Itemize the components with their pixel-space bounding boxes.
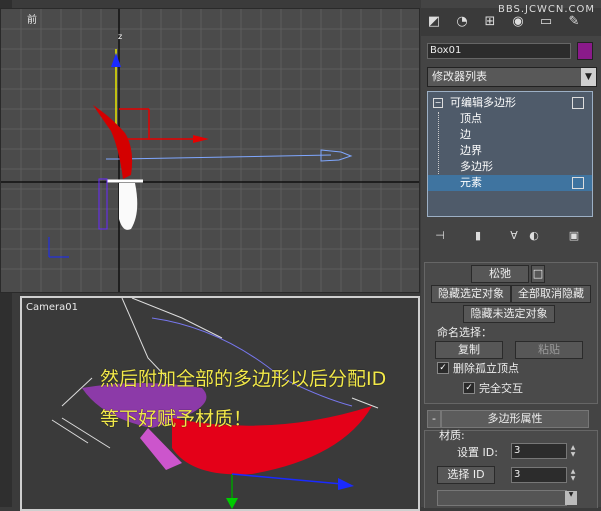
modifier-list-dropdown[interactable]: 修改器列表 ▼ [427, 67, 597, 87]
edit-geometry-rollout: 松弛 □ 隐藏选定对象 全部取消隐藏 隐藏未选定对象 命名选择： 复制 粘贴 ✓… [424, 262, 598, 404]
front-viewport[interactable]: z 前 [0, 8, 420, 293]
camera-viewport-label[interactable]: Camera01 [26, 302, 78, 313]
object-name-field[interactable]: Box01 [427, 43, 571, 59]
material-name-dropdown[interactable] [437, 490, 567, 506]
modify-tab-icon[interactable]: ◔ [453, 12, 471, 30]
site-watermark: BBS.JCWCN.COM [497, 4, 595, 15]
hide-unselected-button[interactable]: 隐藏未选定对象 [463, 305, 555, 323]
poly-props-rollout: 材质: 设置 ID: 3 ▲ ▼ 选择 ID 3 ▲ ▼ ▼ [424, 429, 598, 508]
svg-text:z: z [118, 32, 122, 41]
select-id-spinner-arrows[interactable]: ▲ ▼ [569, 468, 577, 482]
set-id-spinner-arrows[interactable]: ▲ ▼ [569, 444, 577, 458]
create-tab-icon[interactable]: ◩ [425, 12, 443, 30]
stack-item-label: 顶点 [460, 112, 482, 125]
hide-selected-button[interactable]: 隐藏选定对象 [431, 285, 511, 303]
poly-props-collapse-button[interactable]: - [427, 410, 441, 428]
stack-item-icon [572, 97, 584, 109]
show-end-result-icon[interactable]: ▮ [469, 227, 487, 243]
named-selection-label: 命名选择： [437, 326, 492, 339]
stack-root-label: 可编辑多边形 [450, 96, 516, 109]
modifier-list-label: 修改器列表 [432, 70, 487, 83]
set-id-label: 设置 ID: [457, 446, 498, 459]
set-id-spinner[interactable]: 3 [511, 443, 567, 459]
collapse-icon[interactable]: − [433, 98, 443, 108]
stack-item-label: 边界 [460, 144, 482, 157]
stack-item-polygon[interactable]: 多边形 [428, 159, 592, 175]
stack-item-element[interactable]: 元素 [428, 175, 592, 191]
modifier-stack[interactable]: − 可编辑多边形 顶点 边 边界 多边形 元素 [427, 91, 593, 217]
tutorial-caption-line2: 等下好赋予材质！ [100, 408, 253, 430]
stack-item-vertex[interactable]: 顶点 [428, 111, 592, 127]
stack-item-label: 元素 [460, 176, 482, 189]
relax-settings-button[interactable]: □ [531, 265, 545, 283]
command-panel: ◩ ◔ ⊞ ◉ ▭ ✎ BBS.JCWCN.COM Box01 修改器列表 ▼ … [421, 0, 601, 508]
full-interactivity-label: 完全交互 [479, 382, 523, 395]
material-group-label: 材质: [439, 429, 465, 442]
configure-modifier-sets-icon[interactable]: ▣ [565, 227, 583, 243]
stack-toolbar: ⊣ ▮ ∀ ◐ ▣ [427, 225, 591, 245]
full-interactivity-checkbox[interactable]: ✓ [463, 382, 475, 394]
stack-root-editable-poly[interactable]: − 可编辑多边形 [428, 95, 592, 111]
object-color-swatch[interactable] [577, 42, 593, 60]
hierarchy-tab-icon[interactable]: ⊞ [481, 12, 499, 30]
remove-modifier-icon[interactable]: ◐ [525, 227, 543, 243]
stack-item-label: 边 [460, 128, 471, 141]
stack-item-label: 多边形 [460, 160, 493, 173]
camera-viewport[interactable]: Camera01 然后附加全部的多边形以后分配ID 等下好赋予材质！ [20, 296, 420, 511]
chevron-down-icon[interactable]: ▼ [581, 68, 596, 86]
poly-props-rollout-title[interactable]: 多边形属性 [441, 410, 589, 428]
paste-button[interactable]: 粘贴 [515, 341, 583, 359]
pin-stack-icon[interactable]: ⊣ [431, 227, 449, 243]
front-grid: z [1, 9, 419, 292]
copy-button[interactable]: 复制 [435, 341, 503, 359]
stack-item-border[interactable]: 边界 [428, 143, 592, 159]
chevron-down-icon[interactable]: ▼ [565, 491, 577, 505]
tutorial-caption-line1: 然后附加全部的多边形以后分配ID [100, 368, 387, 390]
stack-item-edge[interactable]: 边 [428, 127, 592, 143]
delete-isolated-checkbox[interactable]: ✓ [437, 362, 449, 374]
front-viewport-label[interactable]: 前 [27, 11, 37, 26]
select-id-button[interactable]: 选择 ID [437, 466, 495, 484]
delete-isolated-label: 删除孤立顶点 [453, 362, 519, 375]
select-id-spinner[interactable]: 3 [511, 467, 567, 483]
unhide-all-button[interactable]: 全部取消隐藏 [511, 285, 591, 303]
relax-button[interactable]: 松弛 [471, 265, 529, 283]
make-unique-icon[interactable]: ∀ [505, 227, 523, 243]
stack-item-icon [572, 177, 584, 189]
